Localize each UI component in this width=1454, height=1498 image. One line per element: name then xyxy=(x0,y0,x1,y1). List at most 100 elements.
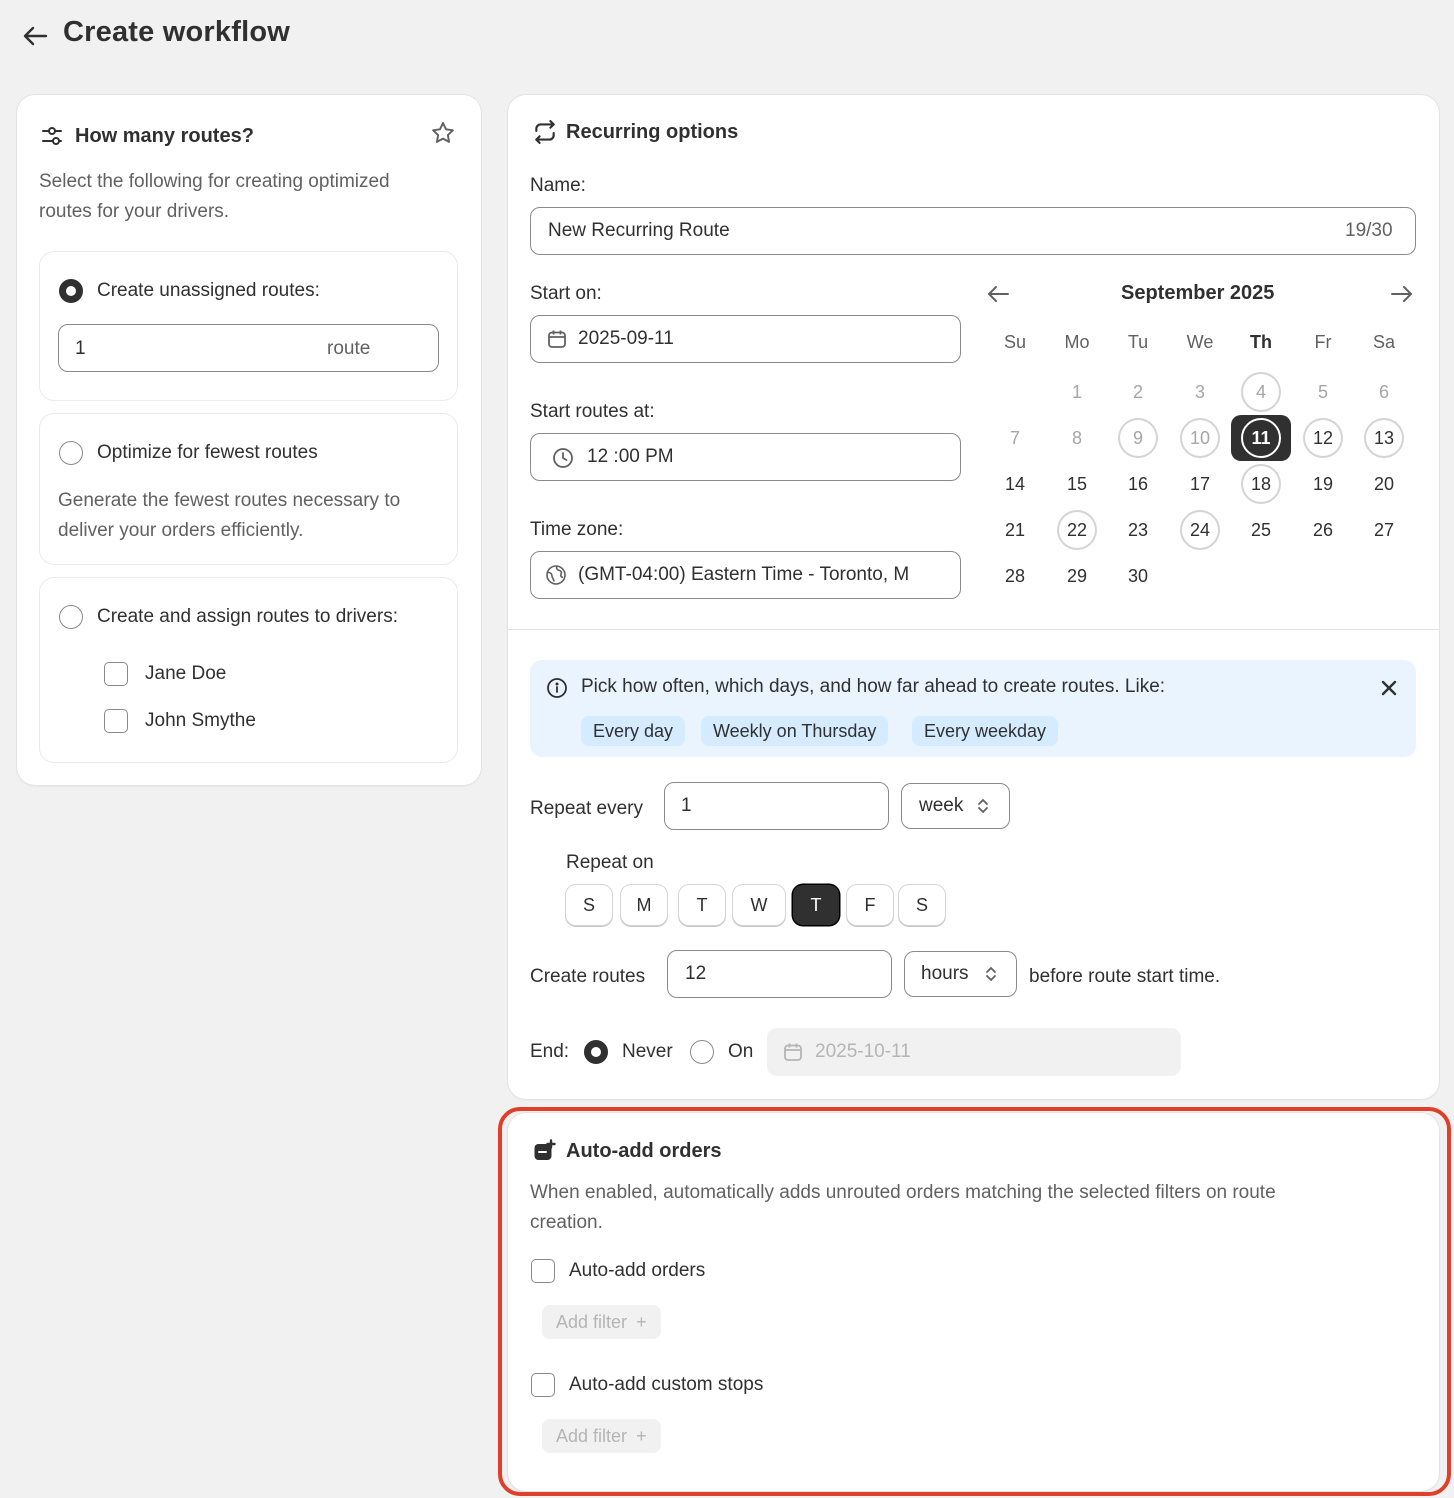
start-on-label: Start on: xyxy=(530,283,602,304)
add-order-icon xyxy=(532,1139,556,1163)
weekday-sa: Sa xyxy=(1372,332,1396,352)
weekday-mo: Mo xyxy=(1064,332,1090,352)
calendar-prev-icon[interactable] xyxy=(986,281,1012,307)
recurring-title: Recurring options xyxy=(566,121,739,143)
timezone-label: Time zone: xyxy=(530,519,624,540)
plus-icon: + xyxy=(636,1312,647,1332)
calendar-day[interactable]: 15 xyxy=(1057,464,1097,504)
day-button-saturday[interactable]: S xyxy=(899,885,945,925)
driver-name-john: John Smythe xyxy=(145,710,256,731)
weekday-su: Su xyxy=(1003,332,1027,352)
day-button-sunday[interactable]: S xyxy=(566,885,612,925)
auto-add-orders-checkbox[interactable] xyxy=(531,1259,555,1283)
timezone-value: (GMT-04:00) Eastern Time - Toronto, M xyxy=(578,564,910,585)
add-filter-button-stops[interactable]: Add filter + xyxy=(542,1419,661,1453)
chevron-updown-icon xyxy=(975,796,991,816)
end-never-radio[interactable] xyxy=(584,1040,608,1064)
route-count-suffix: route xyxy=(327,338,371,359)
calendar-day[interactable]: 13 xyxy=(1364,418,1404,458)
driver-checkbox-john[interactable] xyxy=(104,709,128,733)
repeat-icon xyxy=(532,119,558,145)
calendar-day: 2 xyxy=(1132,382,1143,402)
calendar-day: 6 xyxy=(1378,382,1389,402)
banner-text: Pick how often, which days, and how far … xyxy=(581,676,1166,697)
page-title: Create workflow xyxy=(63,16,290,48)
calendar-day[interactable]: 18 xyxy=(1241,464,1281,504)
day-button-tuesday[interactable]: T xyxy=(679,885,725,925)
create-routes-value: 12 xyxy=(685,963,707,984)
calendar-day[interactable]: 12 xyxy=(1303,418,1343,458)
end-on-radio[interactable] xyxy=(690,1040,714,1064)
calendar-day[interactable]: 17 xyxy=(1180,464,1220,504)
calendar-day: 8 xyxy=(1071,428,1082,448)
assign-label: Create and assign routes to drivers: xyxy=(97,606,398,627)
calendar-day[interactable]: 27 xyxy=(1364,510,1404,550)
end-label: End: xyxy=(530,1041,570,1062)
repeat-every-input[interactable] xyxy=(664,782,889,830)
back-arrow-icon[interactable] xyxy=(22,24,48,48)
calendar-day: 4 xyxy=(1241,372,1281,412)
calendar-day[interactable]: 29 xyxy=(1057,556,1097,596)
calendar-next-icon[interactable] xyxy=(1388,281,1414,307)
add-filter-label: Add filter xyxy=(556,1426,628,1446)
auto-add-title: Auto-add orders xyxy=(566,1140,722,1162)
star-icon[interactable] xyxy=(430,120,456,146)
calendar-day[interactable]: 22 xyxy=(1057,510,1097,550)
section-divider xyxy=(508,629,1439,630)
add-filter-button-orders[interactable]: Add filter + xyxy=(542,1305,661,1339)
chip-every-weekday[interactable]: Every weekday xyxy=(912,716,1059,746)
name-label: Name: xyxy=(530,175,586,196)
fewest-label: Optimize for fewest routes xyxy=(97,442,318,463)
weekday-we: We xyxy=(1186,332,1214,352)
driver-name-jane: Jane Doe xyxy=(145,663,227,684)
calendar-day[interactable]: 20 xyxy=(1364,464,1404,504)
routes-description-line1: Select the following for creating optimi… xyxy=(39,171,390,192)
calendar-day[interactable]: 28 xyxy=(995,556,1035,596)
calendar-day[interactable]: 26 xyxy=(1303,510,1343,550)
driver-checkbox-jane[interactable] xyxy=(104,662,128,686)
calendar-day: 1 xyxy=(1071,382,1082,402)
create-routes-suffix: before route start time. xyxy=(1029,966,1221,987)
sliders-icon xyxy=(40,124,64,148)
route-count-input[interactable] xyxy=(58,324,439,372)
info-icon xyxy=(546,677,568,699)
calendar-day[interactable]: 30 xyxy=(1118,556,1158,596)
close-icon[interactable] xyxy=(1379,678,1399,698)
calendar-day: 9 xyxy=(1118,418,1158,458)
day-button-thursday[interactable]: T xyxy=(793,885,839,925)
calendar-month: September 2025 xyxy=(1121,282,1275,304)
auto-add-description-line1: When enabled, automatically adds unroute… xyxy=(530,1182,1276,1203)
auto-add-description-line2: creation. xyxy=(530,1212,603,1233)
route-count-value: 1 xyxy=(75,338,86,359)
day-button-wednesday[interactable]: W xyxy=(733,885,785,925)
calendar-day[interactable]: 19 xyxy=(1303,464,1343,504)
fewest-radio[interactable] xyxy=(59,441,83,465)
chip-every-day[interactable]: Every day xyxy=(581,716,686,746)
assign-radio[interactable] xyxy=(59,605,83,629)
unassigned-radio[interactable] xyxy=(59,279,83,303)
globe-icon xyxy=(545,564,567,586)
calendar-day[interactable]: 14 xyxy=(995,464,1035,504)
calendar-day[interactable]: 25 xyxy=(1241,510,1281,550)
calendar-day[interactable]: 21 xyxy=(995,510,1035,550)
auto-add-stops-checkbox[interactable] xyxy=(531,1373,555,1397)
calendar-day[interactable]: 24 xyxy=(1180,510,1220,550)
fewest-help-line2: deliver your orders efficiently. xyxy=(58,520,304,541)
start-at-label: Start routes at: xyxy=(530,401,655,422)
start-on-value: 2025-09-11 xyxy=(578,328,674,349)
repeat-every-label: Repeat every xyxy=(530,798,644,819)
chip-weekly-thursday[interactable]: Weekly on Thursday xyxy=(701,716,889,746)
routes-description-line2: routes for your drivers. xyxy=(39,201,230,222)
calendar-day: 5 xyxy=(1317,382,1328,402)
calendar-selected-day-number: 11 xyxy=(1241,418,1281,458)
day-button-friday[interactable]: F xyxy=(847,885,893,925)
name-value: New Recurring Route xyxy=(548,220,730,241)
auto-add-orders-label: Auto-add orders xyxy=(569,1260,706,1281)
routes-card-title: How many routes? xyxy=(75,125,254,147)
repeat-on-label: Repeat on xyxy=(566,852,654,873)
weekday-fr: Fr xyxy=(1314,332,1332,352)
day-button-monday[interactable]: M xyxy=(621,885,667,925)
calendar-day[interactable]: 23 xyxy=(1118,510,1158,550)
create-routes-label: Create routes xyxy=(530,966,646,987)
calendar-day[interactable]: 16 xyxy=(1118,464,1158,504)
